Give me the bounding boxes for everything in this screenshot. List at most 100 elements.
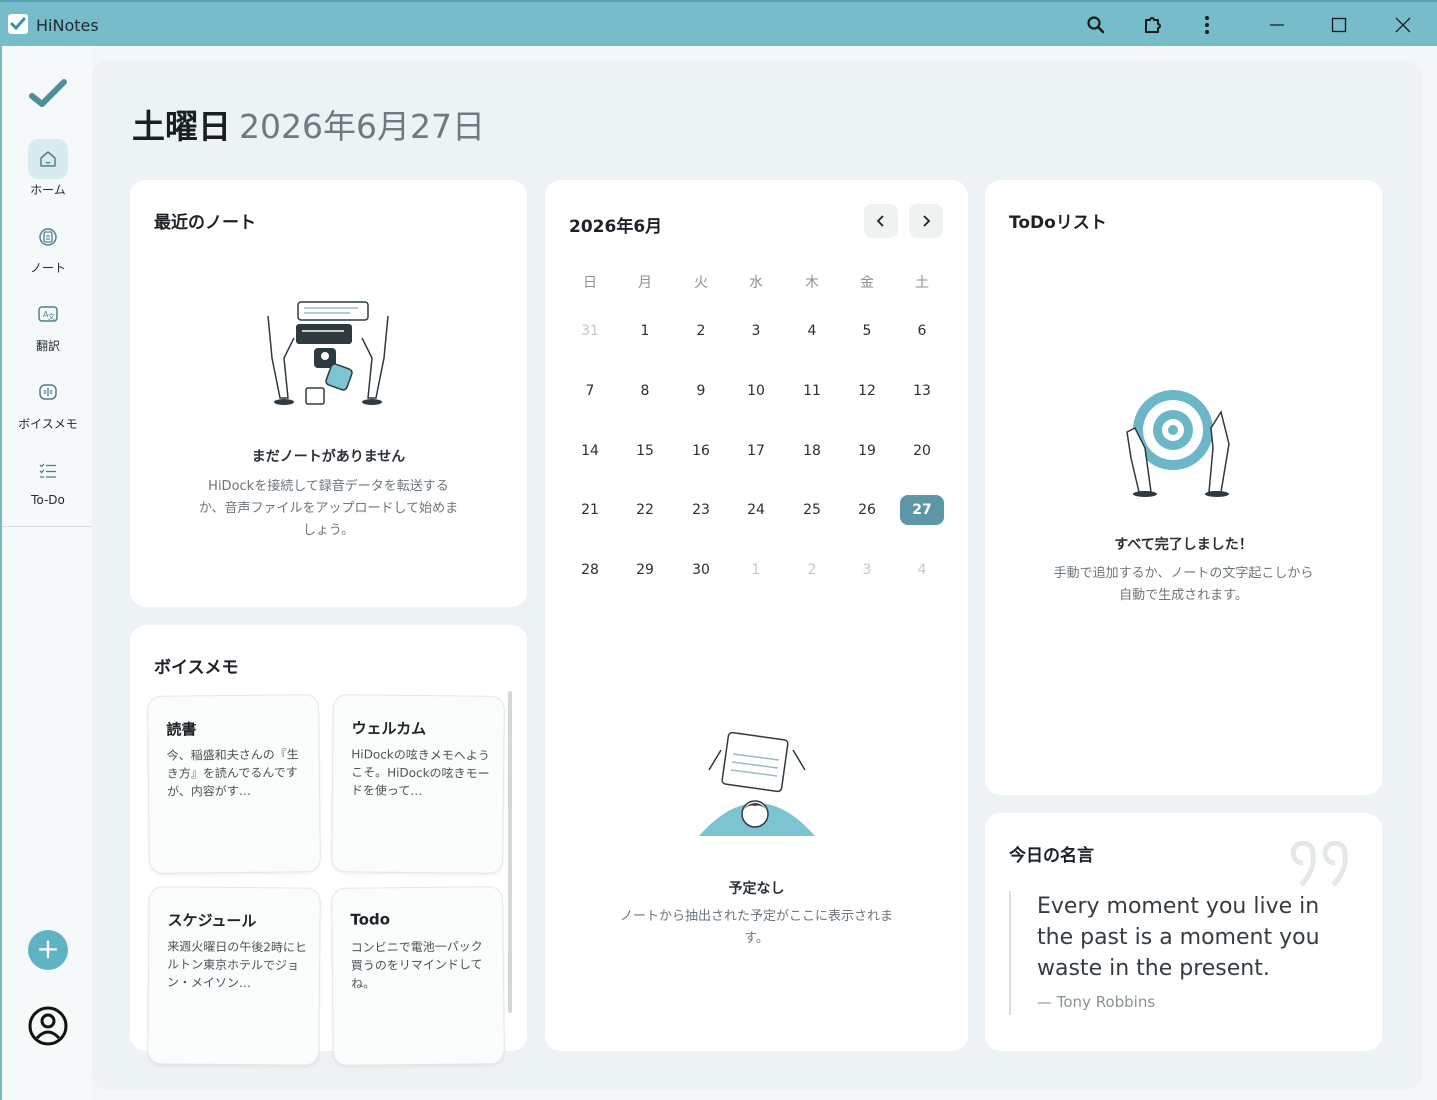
minimize-button[interactable]	[1252, 8, 1302, 42]
voice-memo-item[interactable]: Todo コンビニで電池一パック買うのをリマインドしてね。	[331, 886, 505, 1066]
sidebar-item-translate[interactable]: A文 翻訳	[2, 295, 94, 365]
voice-memo-item[interactable]: ウェルカム HiDockの呟きメモへようこそ。HiDockの呟きモードを使って…	[331, 694, 505, 874]
calendar-day-selected[interactable]: 27	[900, 495, 944, 525]
notes-empty-desc-line: しょう。	[302, 523, 355, 538]
app-logo-icon	[8, 14, 28, 34]
notes-empty-title: まだノートがありません	[251, 449, 406, 465]
todo-empty-desc-line: 手動で追加するか、ノートの文字起こしから	[1053, 566, 1314, 581]
memo-body: コンビニで電池一パック買うのをリマインドしてね。	[350, 939, 483, 991]
sidebar-item-label: ボイスメモ	[18, 417, 78, 431]
sidebar-item-todo[interactable]: To-Do	[2, 451, 94, 521]
calendar-day[interactable]: 13	[900, 376, 944, 406]
maximize-icon	[1331, 17, 1347, 33]
calendar-day[interactable]: 1	[734, 555, 778, 585]
notes-empty-description: HiDockを接続して録音データを転送する か、音声ファイルをアップロードして始…	[170, 476, 487, 542]
quote-card: 今日の名言 Every moment you live in the past …	[985, 813, 1382, 1051]
calendar-day[interactable]: 3	[845, 555, 889, 585]
calendar-day[interactable]: 22	[623, 495, 667, 525]
calendar-day[interactable]: 2	[679, 316, 723, 346]
add-button[interactable]: +	[28, 930, 68, 970]
calendar-day[interactable]: 2	[790, 555, 834, 585]
weekday-header: 火	[694, 275, 708, 291]
memo-title: Todo	[350, 910, 391, 929]
calendar-day[interactable]: 3	[734, 316, 778, 346]
more-menu-button[interactable]	[1190, 10, 1224, 40]
more-vertical-icon	[1205, 16, 1209, 34]
card-title: 今日の名言	[1009, 846, 1094, 866]
calendar-day[interactable]: 23	[679, 495, 723, 525]
extension-button[interactable]	[1136, 10, 1170, 40]
calendar-day[interactable]: 9	[679, 376, 723, 406]
sidebar: ホーム ノート A文 翻訳 ボイスメモ To-Do +	[0, 46, 92, 1100]
notes-empty-desc-line: HiDockを接続して録音データを転送する	[208, 479, 449, 494]
sidebar-item-home[interactable]: ホーム	[2, 139, 94, 209]
chevron-left-icon	[876, 215, 884, 227]
calendar-day[interactable]: 15	[623, 436, 667, 466]
voice-memos-scrollbar[interactable]	[508, 691, 512, 1013]
main-content: 土曜日 2026年6月27日 最近のノート まだノートがありません HiDock…	[92, 60, 1422, 1090]
search-icon	[1087, 16, 1105, 34]
maximize-button[interactable]	[1314, 8, 1364, 42]
calendar-day[interactable]: 21	[568, 495, 612, 525]
calendar-day[interactable]: 30	[679, 555, 723, 585]
calendar-day[interactable]: 14	[568, 436, 612, 466]
todo-empty-title: すべて完了しました！	[1114, 537, 1253, 553]
weekday-header: 土	[915, 275, 929, 291]
calendar-day[interactable]: 8	[623, 376, 667, 406]
calendar-day[interactable]: 26	[845, 495, 889, 525]
user-avatar-icon[interactable]	[28, 1006, 68, 1046]
quote-accent-bar	[1009, 891, 1011, 1015]
sidebar-item-label: To-Do	[31, 493, 65, 507]
svg-text:文: 文	[48, 312, 55, 321]
calendar-day[interactable]: 16	[679, 436, 723, 466]
calendar-day[interactable]: 6	[900, 316, 944, 346]
calendar-day[interactable]: 1	[623, 316, 667, 346]
calendar-day[interactable]: 4	[790, 316, 834, 346]
voice-memo-item[interactable]: 読書 今、稲盛和夫さんの『生き方』を読んでるんですが、内容がす…	[147, 694, 321, 874]
card-title: 最近のノート	[154, 213, 256, 233]
card-title: ToDoリスト	[1009, 213, 1107, 233]
close-icon	[1395, 17, 1411, 33]
calendar-day[interactable]: 18	[790, 436, 834, 466]
events-empty-desc-line: す。	[744, 931, 769, 946]
hinotes-logo-icon	[28, 76, 68, 112]
search-button[interactable]	[1079, 10, 1113, 40]
calendar-day[interactable]: 29	[623, 555, 667, 585]
sidebar-item-voice-memo[interactable]: ボイスメモ	[2, 373, 94, 443]
card-title: ボイスメモ	[154, 658, 239, 678]
date-label: 2026年6月27日	[239, 107, 485, 146]
calendar-day[interactable]: 4	[900, 555, 944, 585]
calendar-day[interactable]: 17	[734, 436, 778, 466]
sidebar-item-notes[interactable]: ノート	[2, 217, 94, 287]
todo-empty-description: 手動で追加するか、ノートの文字起こしから 自動で生成されます。	[1015, 563, 1352, 607]
calendar-day[interactable]: 19	[845, 436, 889, 466]
notes-empty-illustration	[258, 298, 398, 410]
quote-author: — Tony Robbins	[1037, 993, 1156, 1011]
weekday-header: 月	[638, 275, 652, 291]
voice-memo-item[interactable]: スケジュール 来週火曜日の午後2時にヒルトン東京ホテルでジョン・メイソン…	[147, 886, 321, 1066]
quote-text: Every moment you live in the past is a m…	[1037, 894, 1320, 981]
calendar-day[interactable]: 28	[568, 555, 612, 585]
app-title: HiNotes	[36, 16, 99, 35]
calendar-day[interactable]: 20	[900, 436, 944, 466]
todo-empty-illustration	[1121, 388, 1245, 498]
calendar-day[interactable]: 24	[734, 495, 778, 525]
calendar-day[interactable]: 10	[734, 376, 778, 406]
calendar-day[interactable]: 31	[568, 316, 612, 346]
calendar-day[interactable]: 5	[845, 316, 889, 346]
calendar-day[interactable]: 7	[568, 376, 612, 406]
sidebar-item-label: 翻訳	[35, 339, 60, 353]
no-events-illustration	[695, 730, 819, 838]
calendar-day[interactable]: 11	[790, 376, 834, 406]
memo-title: ウェルカム	[351, 719, 427, 739]
calendar-day[interactable]: 12	[845, 376, 889, 406]
next-month-button[interactable]	[909, 204, 943, 238]
calendar-day[interactable]: 25	[790, 495, 834, 525]
sidebar-item-label: ホーム	[30, 183, 66, 197]
prev-month-button[interactable]	[864, 204, 898, 238]
close-button[interactable]	[1378, 8, 1428, 42]
recent-notes-card: 最近のノート まだノートがありません HiDockを接続して録音データを転送する	[130, 180, 527, 607]
memo-title: 読書	[166, 720, 197, 739]
events-empty-desc-line: ノートから抽出された予定がここに表示されま	[619, 909, 893, 924]
events-empty-description: ノートから抽出された予定がここに表示されま す。	[575, 906, 938, 950]
